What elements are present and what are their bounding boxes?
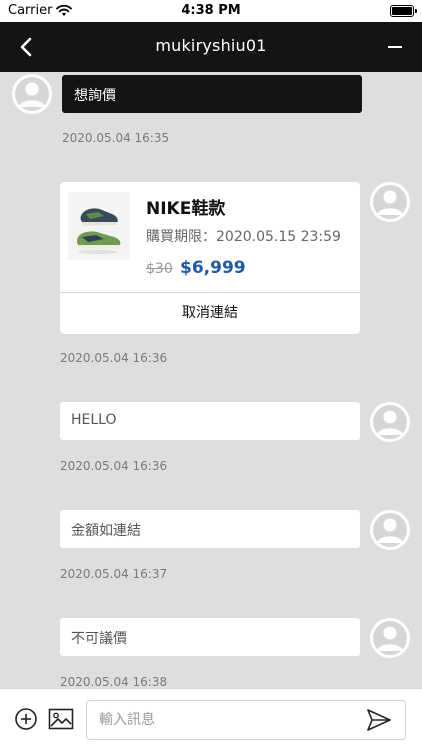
default-avatar-icon	[370, 182, 410, 222]
message-text: 金額如連結	[71, 523, 141, 539]
status-time: 4:38 PM	[181, 3, 241, 18]
message-text: 不可議價	[71, 631, 127, 647]
sneaker-image	[68, 192, 130, 260]
message-input-bar	[0, 688, 422, 750]
default-avatar-icon	[370, 402, 410, 442]
avatar	[370, 618, 410, 658]
message-text: HELLO	[71, 412, 117, 428]
message-text: 想詢價	[74, 88, 116, 104]
message-timestamp: 2020.05.04 16:37	[60, 567, 168, 581]
cancel-link-button[interactable]: 取消連結	[60, 293, 360, 334]
chat-header: mukiryshiu01	[0, 22, 422, 72]
avatar	[370, 402, 410, 442]
message-timestamp: 2020.05.04 16:36	[60, 351, 168, 365]
default-avatar-icon	[370, 510, 410, 550]
product-original-price: $30	[146, 261, 173, 277]
message-input[interactable]	[86, 700, 406, 740]
avatar	[370, 182, 410, 222]
message-bubble-sent: 金額如連結	[60, 510, 360, 548]
message-timestamp: 2020.05.04 16:36	[60, 459, 168, 473]
battery-icon	[390, 5, 417, 17]
image-icon	[48, 708, 74, 730]
message-bubble-sent: HELLO	[60, 402, 360, 440]
avatar	[370, 510, 410, 550]
product-image	[68, 192, 130, 260]
add-button[interactable]	[14, 707, 38, 731]
product-name: NIKE鞋款	[146, 199, 226, 219]
message-timestamp: 2020.05.04 16:35	[62, 131, 170, 145]
attach-image-button[interactable]	[48, 707, 74, 731]
product-price: $6,999	[180, 258, 246, 278]
product-deadline: 購買期限：2020.05.15 23:59	[146, 229, 341, 245]
send-button[interactable]	[366, 708, 392, 732]
page-title: mukiryshiu01	[155, 36, 267, 55]
status-bar: Carrier 4:38 PM	[0, 0, 422, 22]
send-icon	[367, 709, 391, 731]
chat-message-list[interactable]: 想詢價 2020.05.04 16:35 NIKE鞋款 購買期限：2020.05…	[0, 72, 422, 688]
add-circle-icon	[15, 708, 37, 730]
product-card[interactable]: NIKE鞋款 購買期限：2020.05.15 23:59 $30 $6,999 …	[60, 182, 360, 334]
avatar	[12, 74, 52, 114]
message-bubble-sent: 不可議價	[60, 618, 360, 656]
default-avatar-icon	[370, 618, 410, 658]
default-avatar-icon	[12, 74, 52, 114]
menu-dash-icon	[388, 46, 402, 48]
message-bubble-received: 想詢價	[62, 75, 362, 113]
message-timestamp: 2020.05.04 16:38	[60, 675, 168, 688]
menu-button[interactable]	[382, 34, 408, 60]
